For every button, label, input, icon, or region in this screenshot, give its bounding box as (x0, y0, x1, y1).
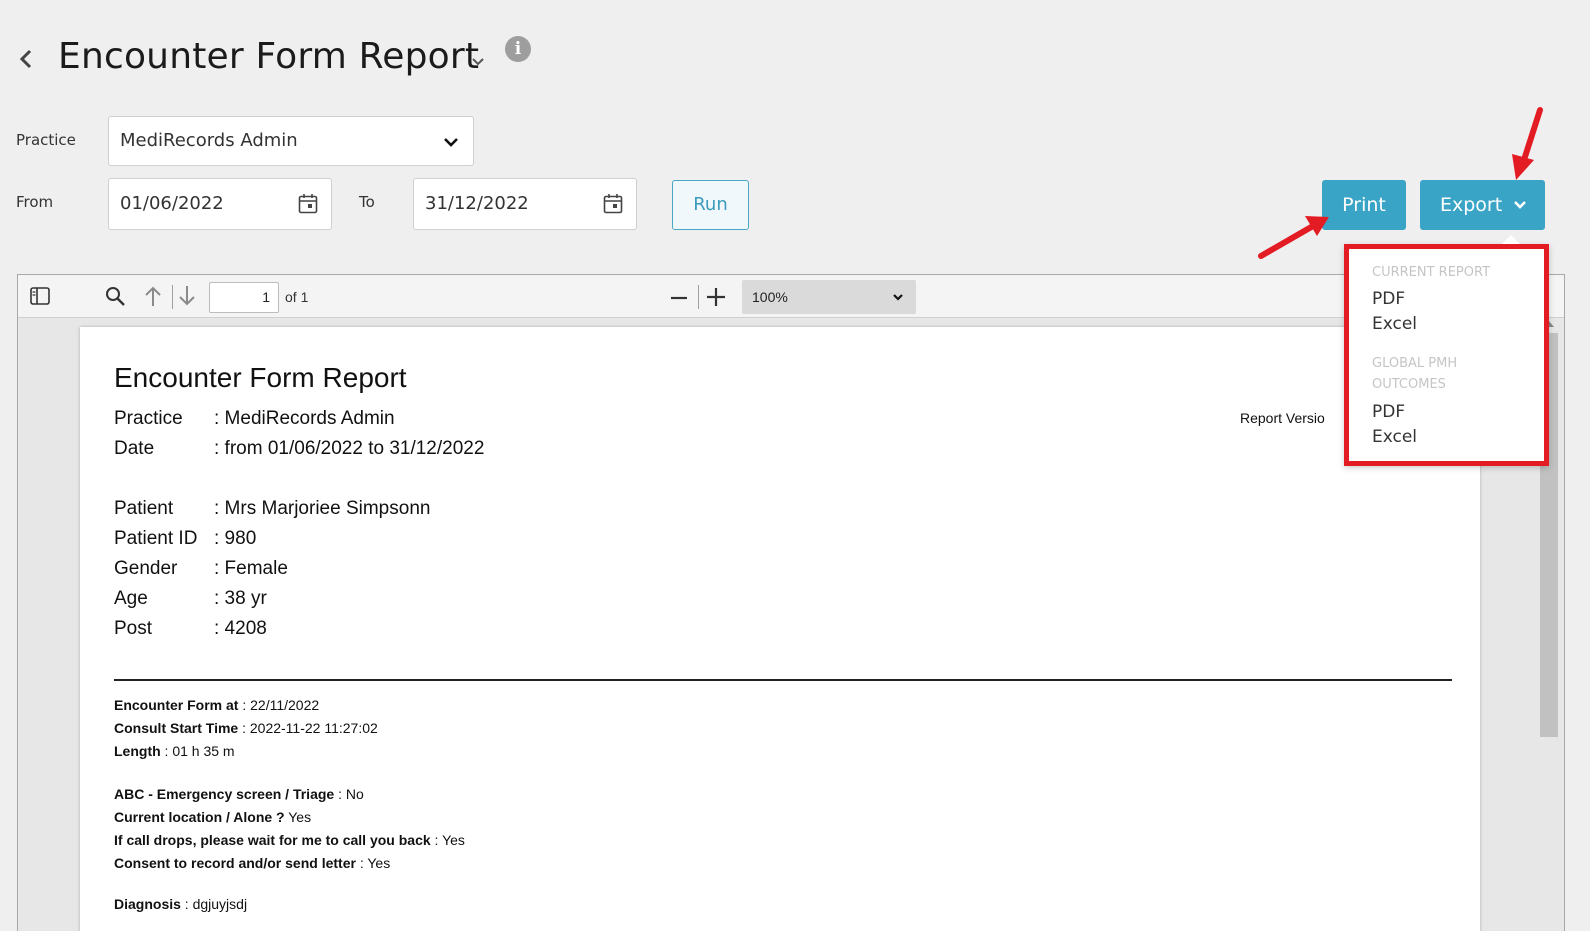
post-val: : 4208 (214, 618, 267, 639)
calendar-icon[interactable] (603, 193, 623, 214)
zoom-out-icon[interactable] (670, 289, 688, 307)
report-line: ABC - Emergency screen / Triage : No (114, 786, 364, 802)
zoom-value: 100% (752, 289, 788, 305)
from-date-value: 01/06/2022 (120, 193, 224, 214)
report-version-label: Report Versio (1240, 410, 1325, 426)
report-line: Encounter Form at : 22/11/2022 (114, 697, 320, 713)
arrow-down-icon[interactable] (178, 285, 196, 307)
report-page: Encounter Form Report Report Versio Prac… (80, 327, 1480, 931)
patient-id-row: Patient ID : 980 (114, 528, 256, 550)
report-line: Consult Start Time : 2022-11-22 11:27:02 (114, 720, 378, 736)
export-global-excel[interactable]: Excel (1372, 427, 1417, 447)
from-label: From (16, 193, 54, 211)
export-dropdown: CURRENT REPORT PDF Excel GLOBAL PMH OUTC… (1344, 235, 1549, 466)
chevron-down-icon (893, 294, 903, 301)
print-button[interactable]: Print (1322, 180, 1406, 230)
patient-row: Patient : Mrs Marjoriee Simpsonn (114, 498, 430, 520)
date-key: Date (114, 438, 155, 459)
date-row: Date : from 01/06/2022 to 31/12/2022 (114, 438, 484, 460)
to-date-input[interactable]: 31/12/2022 (413, 178, 637, 230)
report-viewer: 1 of 1 100% Encounter Form Report Report… (17, 274, 1565, 931)
practice-key: Practice (114, 408, 183, 429)
arrow-up-icon[interactable] (144, 285, 162, 307)
report-line: Diagnosis : dgjuyjsdj (114, 896, 248, 912)
export-label: Export (1440, 194, 1503, 216)
patient-key: Patient (114, 498, 174, 519)
practice-val: : MediRecords Admin (214, 408, 395, 429)
practice-select[interactable]: MediRecords Admin (108, 116, 474, 166)
toolbar-divider (698, 285, 699, 309)
zoom-select[interactable]: 100% (742, 280, 916, 314)
from-date-input[interactable]: 01/06/2022 (108, 178, 332, 230)
report-line: If call drops, please wait for me to cal… (114, 832, 465, 848)
patient-val: : Mrs Marjoriee Simpsonn (214, 498, 431, 519)
title-dropdown-icon[interactable] (470, 56, 486, 68)
back-chevron-icon[interactable] (16, 46, 38, 72)
practice-label: Practice (16, 131, 76, 149)
page-number-input[interactable]: 1 (209, 282, 279, 313)
chevron-down-icon (444, 138, 458, 147)
post-row: Post : 4208 (114, 618, 267, 640)
current-report-header: CURRENT REPORT (1372, 265, 1491, 280)
practice-value: MediRecords Admin (120, 130, 298, 151)
page-count: of 1 (285, 289, 309, 305)
gender-row: Gender : Female (114, 558, 288, 580)
export-current-pdf[interactable]: PDF (1372, 289, 1405, 309)
to-date-value: 31/12/2022 (425, 193, 529, 214)
page-title: Encounter Form Report (58, 36, 480, 77)
calendar-icon[interactable] (298, 193, 318, 214)
info-icon[interactable]: i (505, 36, 531, 62)
search-icon[interactable] (105, 286, 126, 307)
age-key: Age (114, 588, 148, 609)
report-line: Current location / Alone ? Yes (114, 809, 312, 825)
zoom-in-icon[interactable] (706, 287, 726, 307)
annotation-arrow-icon (1512, 107, 1543, 180)
age-val: : 38 yr (214, 588, 267, 609)
date-val: : from 01/06/2022 to 31/12/2022 (214, 438, 485, 459)
export-button[interactable]: Export (1420, 180, 1545, 230)
export-global-pdf[interactable]: PDF (1372, 402, 1405, 422)
practice-row: Practice : MediRecords Admin (114, 408, 395, 430)
patient-id-val: : 980 (214, 528, 257, 549)
report-title: Encounter Form Report (114, 362, 407, 393)
report-line: Consent to record and/or send letter : Y… (114, 855, 391, 871)
to-label: To (359, 193, 375, 211)
export-current-excel[interactable]: Excel (1372, 314, 1417, 334)
gender-val: : Female (214, 558, 288, 579)
chevron-down-icon (1514, 201, 1526, 209)
global-pmh-header: GLOBAL PMH OUTCOMES (1372, 356, 1458, 392)
section-divider (114, 679, 1452, 681)
gender-key: Gender (114, 558, 178, 579)
run-button[interactable]: Run (672, 180, 749, 230)
report-line: Length : 01 h 35 m (114, 743, 235, 759)
toolbar-divider (172, 285, 173, 309)
sidebar-toggle-icon[interactable] (30, 287, 50, 305)
viewer-toolbar: 1 of 1 100% (18, 275, 1564, 318)
post-key: Post (114, 618, 153, 639)
patient-id-key: Patient ID (114, 528, 198, 549)
age-row: Age : 38 yr (114, 588, 267, 610)
